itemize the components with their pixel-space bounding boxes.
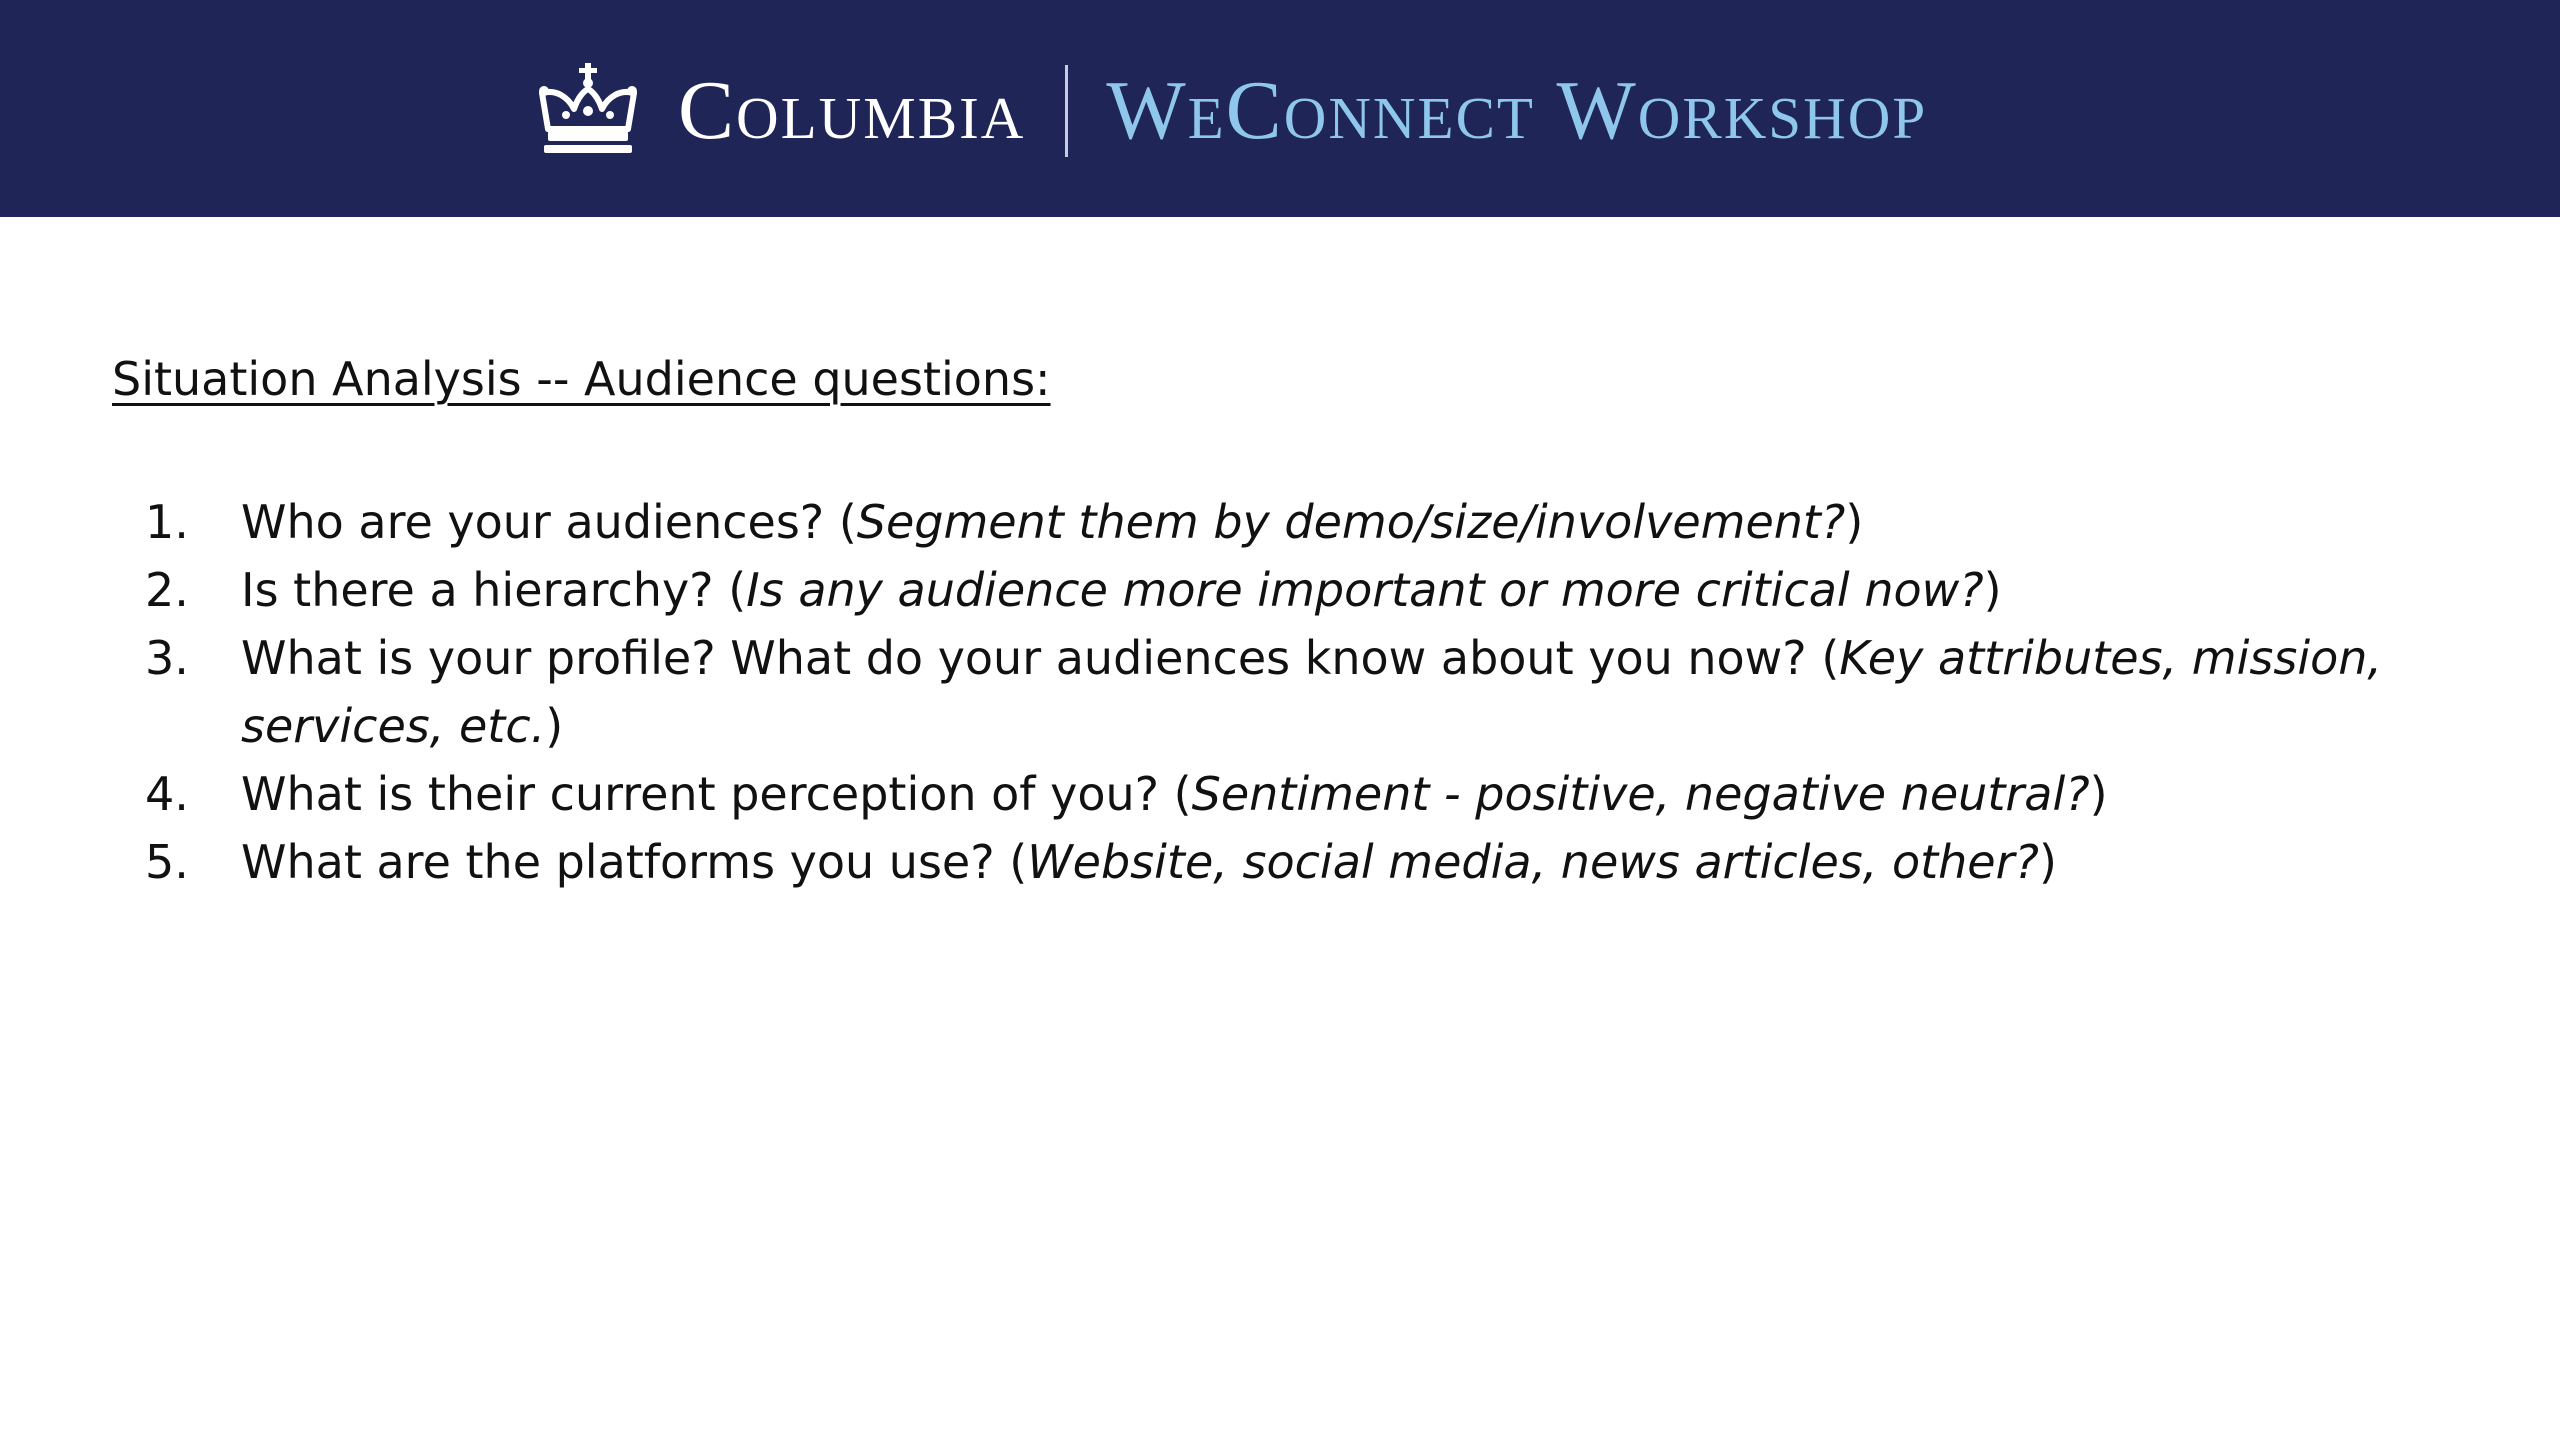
question-hint: Segment them by demo/size/involvement? — [856, 495, 1846, 549]
question-number: 4. — [145, 767, 189, 821]
question-main: What is your profile? What do your audie… — [241, 631, 1840, 685]
question-item-1: 1. Who are your audiences? (Segment them… — [145, 488, 2445, 556]
question-main: Is there a hierarchy? ( — [241, 563, 747, 617]
question-main: Who are your audiences? ( — [241, 495, 857, 549]
question-text: What is their current perception of you?… — [241, 760, 2445, 828]
brand-name: Columbia — [678, 64, 1026, 157]
question-close: ) — [1845, 495, 1864, 549]
question-number: 2. — [145, 563, 189, 617]
section-heading: Situation Analysis -- Audience questions… — [112, 352, 1051, 406]
question-hint: Is any audience more important or more c… — [746, 563, 1984, 617]
question-item-5: 5. What are the platforms you use? (Webs… — [145, 828, 2445, 896]
question-close: ) — [2038, 835, 2057, 889]
question-text: What are the platforms you use? (Website… — [241, 828, 2445, 896]
question-close: ) — [2089, 767, 2108, 821]
question-number: 5. — [145, 835, 189, 889]
crown-icon — [539, 63, 637, 153]
question-text: What is your profile? What do your audie… — [241, 624, 2445, 760]
question-item-4: 4. What is their current perception of y… — [145, 760, 2445, 828]
question-main: What is their current perception of you?… — [241, 767, 1192, 821]
question-text: Who are your audiences? (Segment them by… — [241, 488, 2445, 556]
question-main: What are the platforms you use? ( — [241, 835, 1028, 889]
question-item-3: 3. What is your profile? What do your au… — [145, 624, 2445, 760]
workshop-name: WeConnect Workshop — [1106, 64, 1928, 157]
question-close: ) — [1983, 563, 2002, 617]
question-number: 1. — [145, 495, 189, 549]
question-number: 3. — [145, 631, 189, 685]
question-item-2: 2. Is there a hierarchy? (Is any audienc… — [145, 556, 2445, 624]
question-close: ) — [545, 699, 564, 753]
question-list: 1. Who are your audiences? (Segment them… — [145, 488, 2445, 896]
header-banner: Columbia WeConnect Workshop — [0, 0, 2560, 217]
brand-lockup: Columbia WeConnect Workshop — [536, 52, 1927, 170]
question-text: Is there a hierarchy? (Is any audience m… — [241, 556, 2445, 624]
question-hint: Website, social media, news articles, ot… — [1027, 835, 2039, 889]
slide: Columbia WeConnect Workshop Situation An… — [0, 0, 2560, 1440]
question-hint: Sentiment - positive, negative neutral? — [1191, 767, 2090, 821]
brand-divider — [1065, 65, 1069, 157]
